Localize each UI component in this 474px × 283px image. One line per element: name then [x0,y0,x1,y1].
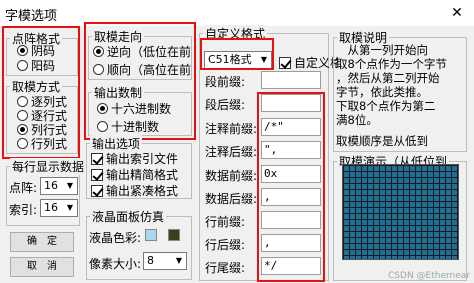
field-label-8: 行尾缀: [205,261,246,275]
checkbox-label: 自定义格式 [294,56,338,70]
radio-label: 逆向（低位在前 [107,45,192,59]
cancel-button[interactable]: 取 消 [10,257,74,277]
close-icon[interactable]: ✕ [440,0,474,26]
help-line: 下取8个点作为第二 [336,99,436,113]
checkbox-output-index[interactable]: 输出索引文件 [91,150,178,167]
checkbox-custom-format[interactable]: 自定义格式 [279,54,338,71]
radio-row-column-mode[interactable]: 行列式 [17,135,67,152]
chevron-down-icon[interactable]: ▼ [172,253,186,269]
comment-suffix-input[interactable]: ", [261,141,321,159]
radio-label: 顺向（高位在前 [107,63,192,77]
pixel-demo-grid [342,164,459,260]
radio-dot[interactable] [97,121,108,132]
radio-label: 十进制数 [111,120,160,134]
radio-dot[interactable] [93,64,104,75]
checkbox-label: 输出紧凑格式 [106,184,179,198]
radio-dot[interactable] [93,46,104,57]
radio-dot[interactable] [17,124,28,135]
dialog-client: 点阵格式 阴码 阳码 取模方式 逐列式 逐行式 列行式 行列式 每行显示数据 点… [0,22,474,283]
line-suffix-input[interactable]: , [261,234,321,252]
chevron-down-icon[interactable]: ▼ [63,200,77,216]
scan-order-text: 取模顺序是从低到 [336,134,428,148]
format-value: C51格式 [208,53,252,66]
number-system-title: 输出数制 [92,84,145,101]
radio-label: 阳码 [31,59,56,73]
radio-reverse-direction[interactable]: 逆向（低位在前 [93,43,191,60]
field-label-7: 行后缀: [205,238,246,252]
chevron-down-icon[interactable]: ▼ [257,52,271,68]
watermark-text: CSDN @Ethernear [388,271,470,281]
checkbox-box[interactable] [91,152,103,165]
lcd-background-color-swatch[interactable] [145,229,157,241]
data-prefix-input[interactable]: 0x [261,165,321,183]
ok-button[interactable]: 确 定 [10,232,74,252]
pixel-size-value: 8 [147,254,154,267]
radio-dot[interactable] [17,96,28,107]
checkbox-label: 输出精简格式 [106,168,179,182]
index-count-value: 16 [44,201,58,214]
checkbox-label: 输出索引文件 [106,152,179,166]
help-line: 字节，依此类推。 [336,85,428,99]
radio-dot[interactable] [17,45,28,56]
segment-prefix-input[interactable] [261,71,321,89]
index-count-label: 索引: [9,203,38,217]
radio-forward-direction[interactable]: 顺向（高位在前 [93,61,191,78]
radio-decimal[interactable]: 十进制数 [97,118,159,135]
line-prefix-input[interactable] [261,211,321,229]
checkbox-output-simplified[interactable]: 输出精简格式 [91,166,178,183]
per-line-title: 每行显示数据 [10,158,87,175]
checkbox-box[interactable] [91,168,103,181]
help-line: ，然后从第二列开始 [336,71,440,85]
lcd-color-label: 液晶色彩: [89,231,142,245]
field-label-6: 行前缀: [205,215,246,229]
radio-dot[interactable] [17,138,28,149]
font-options-window: 字模选项 ✕ 点阵格式 阴码 阳码 取模方式 逐列式 逐行式 列行式 行列式 每… [0,0,474,283]
field-label-0: 段前缀: [205,75,246,89]
dot-count-label: 点阵: [9,181,38,195]
title-bar: 字模选项 ✕ [0,0,474,26]
radio-label: 行列式 [31,137,68,151]
line-end-input[interactable]: */ [261,257,321,275]
radio-positive-code[interactable]: 阳码 [17,57,55,74]
help-line: 从第一列开始向 [336,43,428,57]
radio-dot[interactable] [17,110,28,121]
pixel-size-label: 像素大小: [89,257,142,271]
dot-count-select[interactable]: 16 ▼ [40,177,78,195]
field-label-4: 数据前缀: [205,169,258,183]
field-label-2: 注释前缀: [205,122,258,136]
help-line: 取8个点作为一个字节 [336,57,447,71]
help-text: 从第一列开始向 取8个点作为一个字节 ，然后从第二列开始 字节，依此类推。 下取… [336,43,466,127]
custom-format-title: 自定义格式 [203,25,268,42]
index-count-select[interactable]: 16 ▼ [40,199,78,217]
radio-label: 十六进制数 [111,102,172,116]
lcd-simulation-title: 液晶面板仿真 [90,208,167,225]
comment-prefix-input[interactable]: /*" [261,118,321,136]
checkbox-output-compact[interactable]: 输出紧凑格式 [91,182,178,199]
lcd-foreground-color-swatch[interactable] [168,229,180,241]
checkbox-box[interactable] [91,184,103,197]
radio-dot[interactable] [97,103,108,114]
radio-hex[interactable]: 十六进制数 [97,100,171,117]
field-label-3: 注释后缀: [205,145,258,159]
segment-suffix-input[interactable] [261,94,321,112]
window-title: 字模选项 [5,9,58,24]
dot-count-value: 16 [44,179,58,192]
checkbox-box[interactable] [279,56,291,69]
chevron-down-icon[interactable]: ▼ [63,178,77,194]
field-label-1: 段后缀: [205,98,246,112]
data-suffix-input[interactable]: , [261,188,321,206]
field-label-5: 数据后缀: [205,192,258,206]
format-select[interactable]: C51格式 ▼ [204,51,272,69]
help-line: 满8位。 [336,113,378,127]
pixel-size-select[interactable]: 8 ▼ [143,252,187,270]
radio-dot[interactable] [17,60,28,71]
